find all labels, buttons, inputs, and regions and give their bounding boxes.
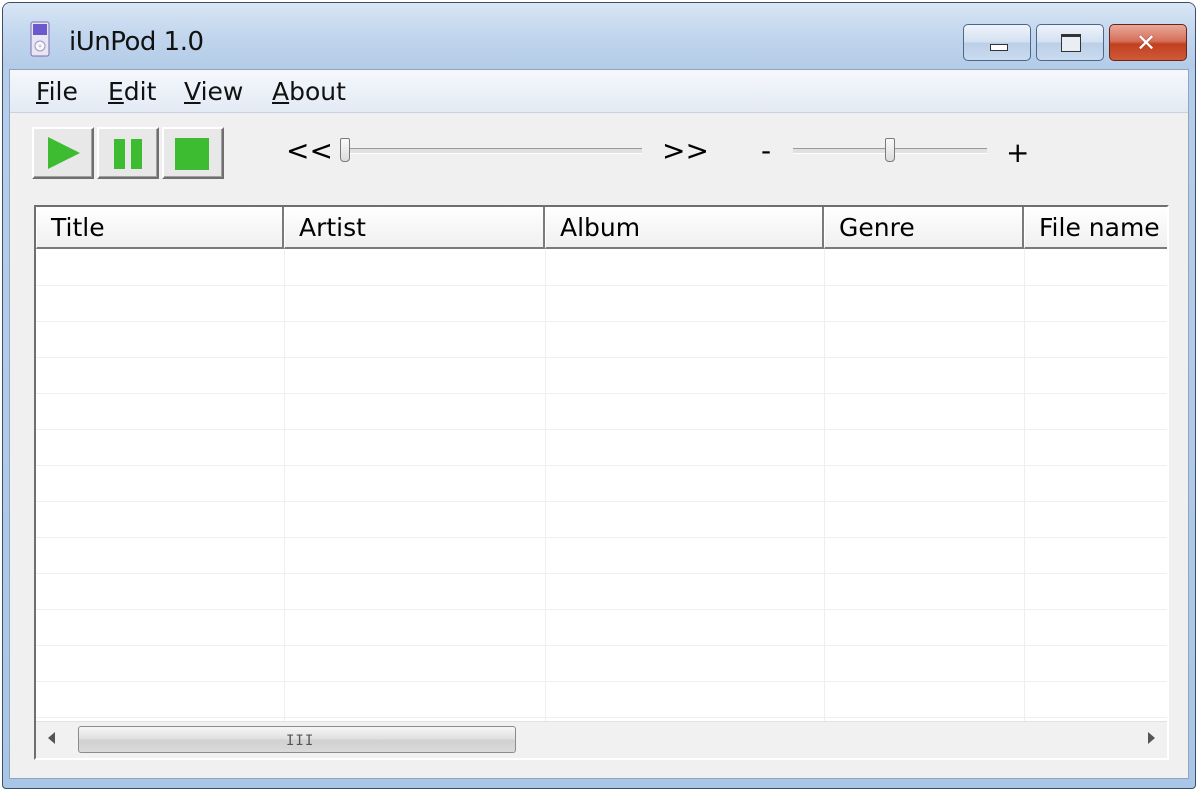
menu-edit[interactable]: Edit: [108, 77, 156, 106]
client-area: File Edit View About << >> - + Title Art…: [9, 69, 1189, 779]
grid-column-line: [824, 249, 825, 722]
stop-icon: [175, 138, 209, 170]
menu-view[interactable]: View: [184, 77, 243, 106]
menu-view-accel: V: [184, 77, 201, 106]
ipod-icon: [30, 21, 50, 57]
window-title: iUnPod 1.0: [69, 27, 204, 57]
grid-row-line: [36, 465, 1167, 466]
title-bar[interactable]: iUnPod 1.0 ✕: [3, 3, 1195, 69]
volume-thumb[interactable]: [885, 138, 895, 162]
grid-row-line: [36, 609, 1167, 610]
seek-thumb[interactable]: [340, 138, 350, 162]
stop-button[interactable]: [162, 127, 224, 179]
menu-about-accel: A: [272, 77, 290, 106]
menu-about[interactable]: About: [272, 77, 346, 106]
grid-row-line: [36, 681, 1167, 682]
menu-about-label: bout: [289, 77, 346, 106]
play-icon: [48, 137, 80, 169]
grid-row-line: [36, 537, 1167, 538]
column-header-genre[interactable]: Genre: [824, 207, 1024, 249]
grid-row-line: [36, 321, 1167, 322]
menu-file-accel: F: [36, 77, 49, 106]
column-header-artist[interactable]: Artist: [284, 207, 545, 249]
pause-bar-left: [114, 139, 125, 169]
minimize-icon: [990, 44, 1008, 51]
grid-row-line: [36, 645, 1167, 646]
pause-bar-right: [131, 139, 142, 169]
column-header-file-name[interactable]: File name: [1024, 207, 1167, 249]
menu-view-label: iew: [200, 77, 244, 106]
scrollbar-grip: III: [286, 733, 315, 749]
menu-edit-accel: E: [108, 77, 124, 106]
close-button[interactable]: ✕: [1109, 24, 1187, 61]
volume-up-label[interactable]: +: [1006, 136, 1029, 169]
column-header-title[interactable]: Title: [36, 207, 284, 249]
seek-forward-label[interactable]: >>: [662, 134, 709, 167]
grid-row-line: [36, 357, 1167, 358]
menu-file-label: ile: [48, 77, 78, 106]
maximize-icon: [1061, 34, 1081, 52]
close-icon: ✕: [1136, 29, 1157, 57]
volume-down-label[interactable]: -: [761, 134, 771, 167]
scrollbar-thumb[interactable]: III: [78, 726, 516, 753]
column-header-album[interactable]: Album: [545, 207, 824, 249]
scroll-right-icon[interactable]: [1148, 732, 1155, 744]
grid-column-line: [1024, 249, 1025, 722]
seek-track: [340, 148, 642, 154]
menu-bar: File Edit View About: [10, 70, 1188, 113]
grid-row-line: [36, 717, 1167, 718]
app-window: iUnPod 1.0 ✕ File Edit View About << >> …: [2, 2, 1196, 789]
menu-file[interactable]: File: [36, 77, 78, 106]
scroll-left-icon[interactable]: [48, 732, 55, 744]
seek-back-label[interactable]: <<: [286, 134, 333, 167]
menu-edit-label: dit: [123, 77, 157, 106]
horizontal-scrollbar[interactable]: III: [36, 721, 1167, 758]
track-list[interactable]: Title Artist Album Genre File name III: [34, 205, 1169, 760]
grid-row-line: [36, 429, 1167, 430]
grid-row-line: [36, 285, 1167, 286]
grid-column-line: [284, 249, 285, 722]
minimize-button[interactable]: [963, 24, 1031, 61]
grid-column-line: [545, 249, 546, 722]
grid-row-line: [36, 573, 1167, 574]
list-header: Title Artist Album Genre File name: [36, 207, 1167, 249]
pause-button[interactable]: [97, 127, 159, 179]
grid-row-line: [36, 501, 1167, 502]
maximize-button[interactable]: [1036, 24, 1104, 61]
grid-row-line: [36, 393, 1167, 394]
play-button[interactable]: [32, 127, 94, 179]
